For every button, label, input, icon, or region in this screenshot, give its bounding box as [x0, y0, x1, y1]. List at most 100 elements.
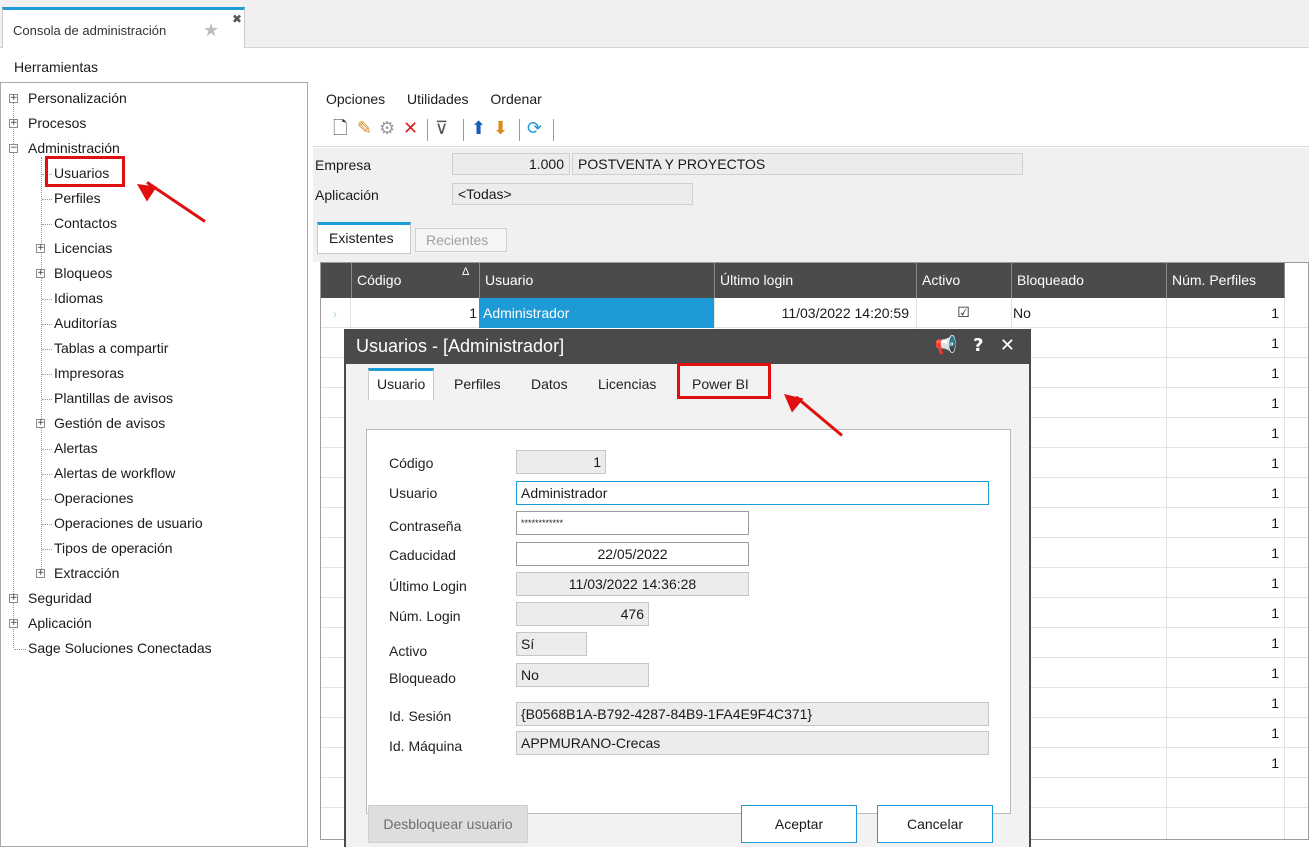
cell-num-perfiles: 1 — [1271, 305, 1279, 321]
label-codigo: Código — [389, 455, 434, 471]
tree-item-administracion[interactable]: Administración — [28, 140, 120, 156]
new-document-icon[interactable]: 🗋 — [333, 119, 347, 139]
cell-num-perfiles: 1 — [1271, 605, 1279, 621]
field-caducidad[interactable]: 22/05/2022 — [516, 542, 749, 566]
tree-item-tipos-operacion[interactable]: Tipos de operación — [54, 540, 173, 556]
column-header-usuario[interactable]: Usuario — [479, 263, 714, 298]
menu-herramientas-label: Herramientas — [14, 59, 99, 75]
empresa-code-field[interactable]: 1.000 — [452, 153, 570, 175]
tree-item-perfiles[interactable]: Perfiles — [54, 190, 101, 206]
help-icon[interactable]: ? — [973, 335, 983, 356]
expand-icon[interactable]: + — [9, 594, 18, 603]
tree-item-contactos[interactable]: Contactos — [54, 215, 117, 231]
column-header-bloqueado[interactable]: Bloqueado — [1011, 263, 1166, 298]
tree-guide — [42, 449, 52, 450]
tree-item-alertas[interactable]: Alertas — [54, 440, 98, 456]
cell-num-perfiles: 1 — [1271, 695, 1279, 711]
filter-icon[interactable]: ⊽ — [435, 119, 448, 139]
tree-item-alertas-workflow[interactable]: Alertas de workflow — [54, 465, 175, 481]
dialog-tab-licencias[interactable]: Licencias — [590, 368, 664, 398]
dialog-tab-perfiles[interactable]: Perfiles — [446, 368, 509, 398]
desbloquear-usuario-button[interactable]: Desbloquear usuario — [368, 805, 528, 843]
field-bloqueado[interactable]: No — [516, 663, 649, 687]
column-header-ultimo-login[interactable]: Último login — [714, 263, 916, 298]
star-icon[interactable]: ★ — [203, 20, 219, 41]
tab-recientes[interactable]: Recientes — [415, 228, 507, 252]
move-down-icon[interactable]: ⬇ — [493, 119, 508, 139]
tree-item-bloqueos[interactable]: Bloqueos — [54, 265, 112, 281]
delete-icon[interactable]: ✕ — [403, 119, 418, 139]
tab-consola-administracion[interactable]: Consola de administración ★ ✖ — [2, 7, 245, 48]
highlight-box-power-bi — [677, 363, 771, 399]
close-icon[interactable]: ✕ — [1000, 335, 1015, 356]
empresa-name-field: POSTVENTA Y PROYECTOS — [572, 153, 1023, 175]
column-header-num-perfiles[interactable]: Núm. Perfiles — [1166, 263, 1284, 298]
menu-ordenar[interactable]: Ordenar — [490, 91, 541, 107]
cell-num-perfiles: 1 — [1271, 485, 1279, 501]
expand-icon[interactable]: + — [9, 119, 18, 128]
tree-guide — [13, 97, 14, 622]
toolbar-separator — [553, 119, 554, 141]
dialog-body: Usuario Perfiles Datos Licencias Power B… — [346, 363, 1029, 847]
tree-item-sage-soluciones[interactable]: Sage Soluciones Conectadas — [28, 640, 212, 656]
tree-item-gestion-avisos[interactable]: Gestión de avisos — [54, 415, 165, 431]
cancelar-button[interactable]: Cancelar — [877, 805, 993, 843]
cell-num-perfiles: 1 — [1271, 635, 1279, 651]
tree-item-plantillas-avisos[interactable]: Plantillas de avisos — [54, 390, 173, 406]
dialog-controls: 📢 ? ✕ — [934, 335, 1015, 356]
tree-item-licencias[interactable]: Licencias — [54, 240, 112, 256]
aceptar-button[interactable]: Aceptar — [741, 805, 857, 843]
expand-icon[interactable]: + — [9, 619, 18, 628]
label-id-sesion: Id. Sesión — [389, 708, 452, 724]
tree-item-operaciones-usuario[interactable]: Operaciones de usuario — [54, 515, 203, 531]
tree-item-tablas-compartir[interactable]: Tablas a compartir — [54, 340, 168, 356]
menu-utilidades[interactable]: Utilidades — [407, 91, 468, 107]
move-up-icon[interactable]: ⬆ — [471, 119, 486, 139]
dialog-tab-datos[interactable]: Datos — [523, 368, 576, 398]
cell-activo-checkbox[interactable]: ☑ — [916, 298, 1011, 328]
aplicacion-field[interactable]: <Todas> — [452, 183, 693, 205]
collapse-icon[interactable]: − — [9, 144, 18, 153]
field-num-login: 476 — [516, 602, 649, 626]
label-usuario: Usuario — [389, 485, 438, 501]
close-icon[interactable]: ✖ — [232, 12, 242, 26]
table-row[interactable]: 1 Administrador 11/03/2022 14:20:59 ☑ No… — [321, 298, 1308, 328]
tree-item-seguridad[interactable]: Seguridad — [28, 590, 92, 606]
navigation-tree: + Personalización + Procesos − Administr… — [0, 82, 308, 847]
tree-item-auditorias[interactable]: Auditorías — [54, 315, 117, 331]
tree-item-aplicacion[interactable]: Aplicación — [28, 615, 92, 631]
column-header-codigo[interactable]: Código Δ — [351, 263, 479, 298]
tab-existentes[interactable]: Existentes — [317, 222, 411, 254]
refresh-icon[interactable]: ⟳ — [527, 119, 542, 139]
tree-item-procesos[interactable]: Procesos — [28, 115, 86, 131]
tree-item-personalizacion[interactable]: Personalización — [28, 90, 127, 106]
dialog-tab-usuario[interactable]: Usuario — [368, 368, 435, 400]
cell-num-perfiles: 1 — [1271, 455, 1279, 471]
field-activo[interactable]: Sí — [516, 632, 587, 656]
tree-item-operaciones[interactable]: Operaciones — [54, 490, 133, 506]
cell-num-perfiles: 1 — [1271, 545, 1279, 561]
menu-herramientas[interactable]: Herramientas — [14, 59, 98, 75]
aplicacion-label: Aplicación — [315, 187, 379, 203]
tree-item-idiomas[interactable]: Idiomas — [54, 290, 103, 306]
expand-icon[interactable]: + — [9, 94, 18, 103]
edit-pencil-icon[interactable]: ✎ — [357, 119, 372, 139]
menu-opciones[interactable]: Opciones — [326, 91, 385, 107]
megaphone-icon[interactable]: 📢 — [934, 335, 956, 356]
tree-item-extraccion[interactable]: Extracción — [54, 565, 119, 581]
expand-icon[interactable]: + — [36, 244, 45, 253]
field-usuario[interactable]: Administrador — [516, 481, 989, 505]
expand-icon[interactable]: + — [36, 419, 45, 428]
field-codigo: 1 — [516, 450, 606, 474]
gear-icon[interactable]: ⚙ — [379, 119, 395, 139]
tree-item-impresoras[interactable]: Impresoras — [54, 365, 124, 381]
tree-guide — [42, 474, 52, 475]
expand-icon[interactable]: + — [36, 269, 45, 278]
expand-icon[interactable]: + — [36, 569, 45, 578]
tree-guide — [42, 349, 52, 350]
cell-usuario[interactable]: Administrador — [479, 298, 714, 328]
field-contrasena[interactable]: ************ — [516, 511, 749, 535]
toolbar-separator — [427, 119, 428, 141]
column-header-label: Código — [357, 272, 402, 288]
column-header-activo[interactable]: Activo — [916, 263, 1011, 298]
